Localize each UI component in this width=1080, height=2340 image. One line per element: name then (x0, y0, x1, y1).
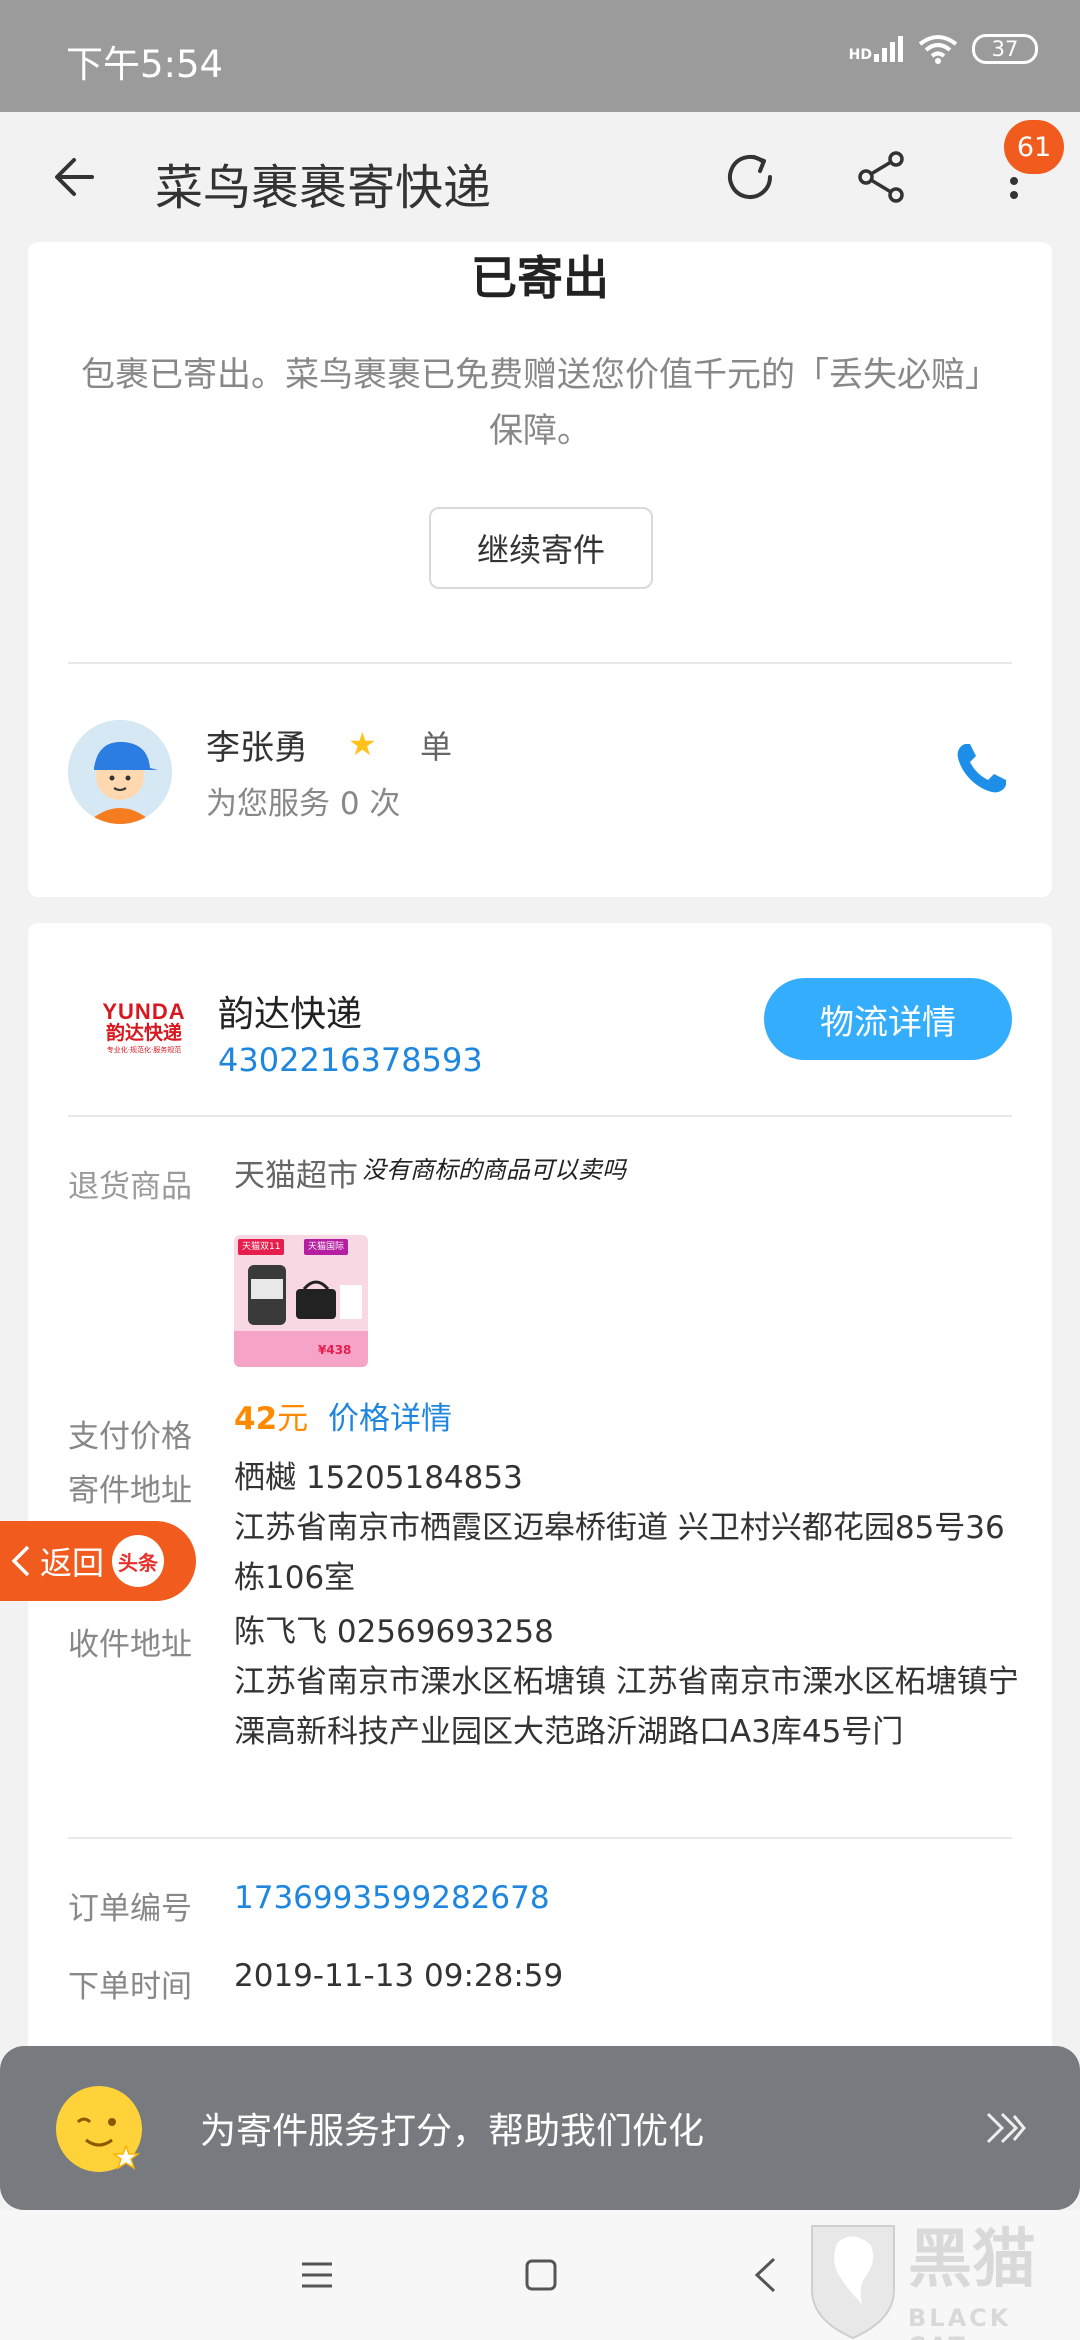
product-thumbnail[interactable]: 天猫双11 天猫国际 ¥438 (234, 1235, 368, 1367)
waybill-number[interactable]: 4302216378593 (218, 1041, 483, 1079)
wifi-icon (918, 35, 958, 64)
logistics-detail-button[interactable]: 物流详情 (764, 978, 1012, 1060)
divider (68, 1115, 1012, 1117)
blackcat-watermark: 黑猫 BLACK CAT (808, 2220, 1080, 2340)
phone-icon[interactable] (952, 740, 1010, 798)
home-square-icon[interactable] (524, 2258, 558, 2292)
receive-contact: 陈飞飞 02569693258 (234, 1614, 554, 1650)
pay-unit: 元 (277, 1401, 309, 1437)
thumb-price: ¥438 (318, 1343, 352, 1357)
courier-served-count: 为您服务 0 次 (206, 786, 401, 822)
refresh-button[interactable] (710, 137, 790, 217)
courier-unit: 单 (420, 728, 453, 766)
send-address: 江苏省南京市栖霞区迈皋桥街道 兴卫村兴都花园85号36栋106室 (234, 1510, 1005, 1596)
status-card: 已寄出 包裹已寄出。菜鸟裹裹已免费赠送您价值千元的「丢失必赔」保障。 继续寄件 … (28, 242, 1052, 897)
status-bar: 下午5:54 HD 37 (0, 0, 1080, 112)
status-icons: HD 37 (849, 34, 1038, 64)
return-goods-label: 退货商品 (68, 1169, 192, 1205)
refresh-icon (728, 155, 772, 199)
pay-price-label: 支付价格 (68, 1419, 192, 1455)
floating-back-label: 返回 (40, 1544, 105, 1582)
order-time-value: 2019-11-13 09:28:59 (234, 1958, 564, 1994)
send-contact: 栖樾 15205184853 (234, 1460, 523, 1496)
continue-send-button[interactable]: 继续寄件 (429, 507, 653, 589)
logo-tagline: 专业化·规范化·服务规范 (106, 1046, 182, 1054)
divider (68, 662, 1012, 664)
order-number-label: 订单编号 (68, 1891, 192, 1927)
pay-amount: 42 (234, 1401, 278, 1437)
divider (68, 1837, 1012, 1839)
courier-name: 李张勇 (206, 728, 308, 768)
order-number-value[interactable]: 1736993599282678 (234, 1873, 550, 1923)
send-address-label: 寄件地址 (68, 1473, 192, 1509)
status-description: 包裹已寄出。菜鸟裹裹已免费赠送您价值千元的「丢失必赔」保障。 (81, 355, 999, 451)
shipment-card: YUNDA 韵达快递 专业化·规范化·服务规范 韵达快递 43022163785… (28, 923, 1052, 2083)
star-icon: ★ (348, 725, 377, 763)
smile-emoji-icon (56, 2086, 142, 2172)
yunda-logo: YUNDA 韵达快递 专业化·规范化·服务规范 (78, 1001, 210, 1057)
menu-icon[interactable] (300, 2258, 334, 2292)
pay-price-value: 42元 (234, 1393, 308, 1438)
battery-icon: 37 (972, 34, 1038, 64)
return-goods-value: 天猫超市 (234, 1158, 358, 1194)
double-chevron-right-icon (986, 2112, 1026, 2144)
receive-address: 江苏省南京市溧水区柘塘镇 江苏省南京市溧水区柘塘镇宁溧高新科技产业园区大范路沂湖… (234, 1664, 1019, 1750)
courier-avatar (68, 720, 172, 824)
page-title: 菜鸟裹裹寄快递 (155, 160, 492, 216)
watermark-cn: 黑猫 (908, 2223, 1036, 2297)
logo-subtext: 韵达快递 (105, 1023, 182, 1044)
handwritten-note: 没有商标的商品可以卖吗 (362, 1156, 626, 1184)
share-button[interactable] (842, 137, 922, 217)
thumb-tag-1: 天猫双11 (238, 1239, 285, 1255)
chevron-left-icon (11, 1545, 30, 1577)
blackcat-shield-icon (811, 2225, 895, 2340)
price-detail-link[interactable]: 价格详情 (328, 1393, 452, 1438)
receive-address-label: 收件地址 (68, 1627, 192, 1663)
status-time: 下午5:54 (66, 43, 224, 86)
status-title: 已寄出 (471, 251, 609, 305)
thumb-tag-2: 天猫国际 (304, 1239, 349, 1255)
network-type: HD (848, 47, 872, 63)
notification-badge: 61 (1004, 120, 1064, 174)
courier-company: 韵达快递 (218, 994, 363, 1035)
title-bar: 菜鸟裹裹寄快递 61 (0, 112, 1080, 242)
order-time-label: 下单时间 (68, 1969, 192, 2005)
floating-back-button[interactable]: 返回 头条 (0, 1521, 196, 1601)
nav-back-icon[interactable] (752, 2256, 778, 2294)
signal-icon: HD (849, 36, 904, 62)
back-arrow-icon[interactable] (44, 142, 114, 212)
toutiao-app-icon: 头条 (112, 1535, 165, 1587)
rating-banner[interactable]: 为寄件服务打分，帮助我们优化 (0, 2046, 1080, 2210)
logo-text: YUNDA (102, 999, 186, 1024)
watermark-en: BLACK CAT (908, 2304, 1012, 2340)
share-icon (858, 151, 904, 203)
rating-banner-text: 为寄件服务打分，帮助我们优化 (200, 2111, 705, 2152)
